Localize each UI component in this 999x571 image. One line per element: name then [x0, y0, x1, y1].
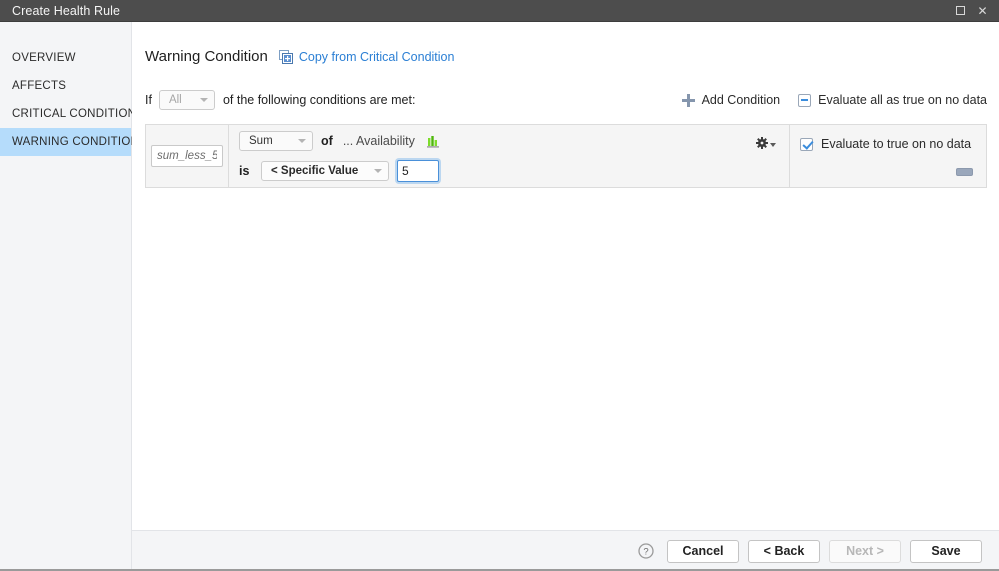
match-type-value: All	[168, 94, 182, 106]
back-button[interactable]: < Back	[748, 539, 820, 563]
restore-window-button[interactable]	[954, 4, 967, 17]
window-body: OVERVIEW AFFECTS CRITICAL CONDITION WARN…	[0, 22, 999, 571]
chevron-down-icon	[199, 98, 208, 102]
condition-metric-line: Sum of ... Availability	[239, 130, 743, 152]
sidebar-item-label: CRITICAL CONDITION	[12, 108, 137, 120]
condition-name-input[interactable]	[151, 145, 223, 167]
help-icon[interactable]: ?	[638, 543, 654, 559]
dialog-footer: ? Cancel < Back Next > Save	[132, 530, 999, 571]
evaluate-all-true-no-data-toggle[interactable]: Evaluate all as true on no data	[798, 93, 987, 107]
condition-toolbar: Add Condition Evaluate all as true on no…	[681, 93, 987, 107]
sidebar-item-warning-condition[interactable]: WARNING CONDITION	[0, 128, 139, 156]
condition-row: Sum of ... Availability	[145, 124, 987, 188]
gear-icon	[756, 137, 768, 149]
remove-condition-button[interactable]	[956, 168, 973, 176]
minus-checkbox-icon	[798, 93, 812, 107]
chevron-down-icon	[374, 169, 382, 173]
evaluate-true-no-data-checkbox[interactable]	[800, 137, 813, 151]
condition-settings-cell	[743, 125, 790, 187]
copy-link-label: Copy from Critical Condition	[298, 49, 455, 64]
sidebar-item-affects[interactable]: AFFECTS	[0, 72, 131, 100]
match-type-select[interactable]: All	[158, 90, 215, 110]
close-icon: ✕	[977, 3, 988, 18]
close-window-button[interactable]: ✕	[976, 4, 989, 17]
condition-expression: Sum of ... Availability is < Specific Va…	[229, 125, 743, 187]
sidebar-item-label: AFFECTS	[12, 80, 67, 92]
window-controls: ✕	[954, 4, 993, 17]
is-label: is	[239, 164, 250, 178]
next-button[interactable]: Next >	[829, 539, 901, 563]
of-label: of	[321, 134, 333, 148]
metric-path-label: ... Availability	[342, 134, 415, 148]
bar-chart-icon[interactable]	[426, 135, 440, 148]
condition-match-row: If All of the following conditions are m…	[145, 90, 987, 110]
condition-options-cell: Evaluate to true on no data	[790, 125, 986, 187]
condition-settings-menu-button[interactable]	[756, 137, 776, 149]
svg-text:?: ?	[643, 547, 648, 558]
sidebar-item-label: OVERVIEW	[12, 52, 76, 64]
window-title: Create Health Rule	[12, 3, 121, 18]
page-title: Warning Condition	[145, 48, 268, 65]
sidebar-item-critical-condition[interactable]: CRITICAL CONDITION	[0, 100, 136, 128]
evaluate-true-no-data-label: Evaluate to true on no data	[821, 137, 972, 151]
chevron-down-icon	[770, 143, 776, 147]
chevron-down-icon	[298, 139, 306, 143]
evaluate-true-no-data-row[interactable]: Evaluate to true on no data	[800, 137, 986, 151]
plus-icon	[681, 93, 695, 107]
wizard-sidebar: OVERVIEW AFFECTS CRITICAL CONDITION WARN…	[0, 22, 139, 571]
window-titlebar: Create Health Rule ✕	[0, 0, 999, 22]
add-condition-button[interactable]: Add Condition	[681, 93, 781, 107]
add-condition-label: Add Condition	[701, 93, 781, 107]
aggregation-value: Sum	[249, 135, 273, 147]
main-panel: Warning Condition Copy from Critical Con…	[0, 22, 999, 571]
create-health-rule-window: Create Health Rule ✕ OVERVIEW AFFECTS CR…	[0, 0, 999, 571]
threshold-value-input[interactable]	[397, 160, 439, 182]
restore-icon	[956, 6, 965, 15]
sidebar-item-overview[interactable]: OVERVIEW	[0, 44, 131, 72]
save-button[interactable]: Save	[910, 539, 982, 563]
copy-plus-icon	[278, 49, 293, 64]
operator-select[interactable]: < Specific Value	[261, 161, 389, 181]
condition-operator-line: is < Specific Value	[239, 160, 743, 182]
evaluate-all-true-no-data-label: Evaluate all as true on no data	[818, 93, 987, 107]
sidebar-item-label: WARNING CONDITION	[12, 136, 140, 148]
cancel-button[interactable]: Cancel	[667, 539, 739, 563]
if-tail-label: of the following conditions are met:	[222, 93, 416, 107]
copy-from-critical-condition-link[interactable]: Copy from Critical Condition	[278, 49, 455, 64]
operator-value: < Specific Value	[271, 165, 359, 177]
section-header: Warning Condition Copy from Critical Con…	[145, 22, 987, 65]
condition-name-cell	[146, 125, 229, 187]
aggregation-select[interactable]: Sum	[239, 131, 313, 151]
if-label: If	[145, 93, 152, 107]
main-content: Warning Condition Copy from Critical Con…	[132, 22, 999, 530]
